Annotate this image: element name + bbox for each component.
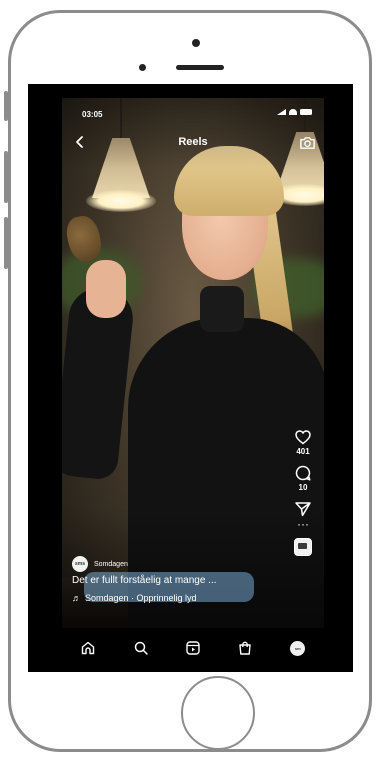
- profile-avatar: sm: [290, 640, 306, 656]
- person-neck: [200, 286, 244, 332]
- earpiece-speaker: [176, 65, 224, 70]
- status-time: 03:05: [82, 110, 103, 119]
- camera-icon[interactable]: [299, 134, 316, 151]
- music-note-icon: ♬: [72, 593, 81, 603]
- comment-count: 10: [298, 483, 308, 492]
- bottom-tab-bar: sm: [62, 632, 324, 664]
- reels-icon: [186, 641, 200, 655]
- more-icon[interactable]: ···: [297, 518, 309, 530]
- avatar[interactable]: sms: [72, 556, 88, 572]
- audio-thumbnail[interactable]: [294, 538, 312, 556]
- front-camera: [192, 39, 200, 47]
- post-author[interactable]: sms Somdagen: [72, 556, 128, 572]
- mute-switch: [4, 91, 8, 121]
- person-hand: [86, 260, 126, 318]
- comment-icon[interactable]: [294, 464, 312, 482]
- audio-label[interactable]: Somdagen · Opprinnelig lyd: [85, 593, 197, 603]
- tab-home[interactable]: [79, 639, 97, 657]
- tab-shop[interactable]: [236, 639, 254, 657]
- search-icon: [134, 641, 148, 655]
- phone-screen: 03:05 Reels 401 10 ··· sms Somdagen Det …: [28, 84, 353, 672]
- status-icons: [277, 109, 312, 115]
- volume-up-button: [4, 151, 8, 203]
- shop-icon: [239, 641, 252, 655]
- home-button[interactable]: [181, 676, 255, 750]
- volume-down-button: [4, 217, 8, 269]
- tab-search[interactable]: [132, 639, 150, 657]
- audio-info[interactable]: ♬ Somdagen · Opprinnelig lyd: [72, 593, 197, 603]
- reel-video[interactable]: 03:05 Reels 401 10 ··· sms Somdagen Det …: [62, 98, 324, 628]
- send-icon[interactable]: [294, 500, 312, 518]
- like-count: 401: [296, 447, 310, 456]
- heart-icon[interactable]: [294, 428, 312, 446]
- proximity-sensor: [139, 64, 146, 71]
- battery-icon: [300, 109, 312, 115]
- post-caption[interactable]: Det er fullt forståelig at mange ...: [72, 575, 217, 586]
- tab-reels[interactable]: [184, 639, 202, 657]
- author-name[interactable]: Somdagen: [94, 561, 128, 568]
- reel-actions: 401 10 ···: [288, 428, 318, 556]
- wifi-icon: [289, 109, 297, 115]
- signal-icon: [277, 109, 286, 115]
- home-icon: [81, 641, 95, 655]
- tab-profile[interactable]: sm: [289, 639, 307, 657]
- page-title: Reels: [178, 136, 208, 148]
